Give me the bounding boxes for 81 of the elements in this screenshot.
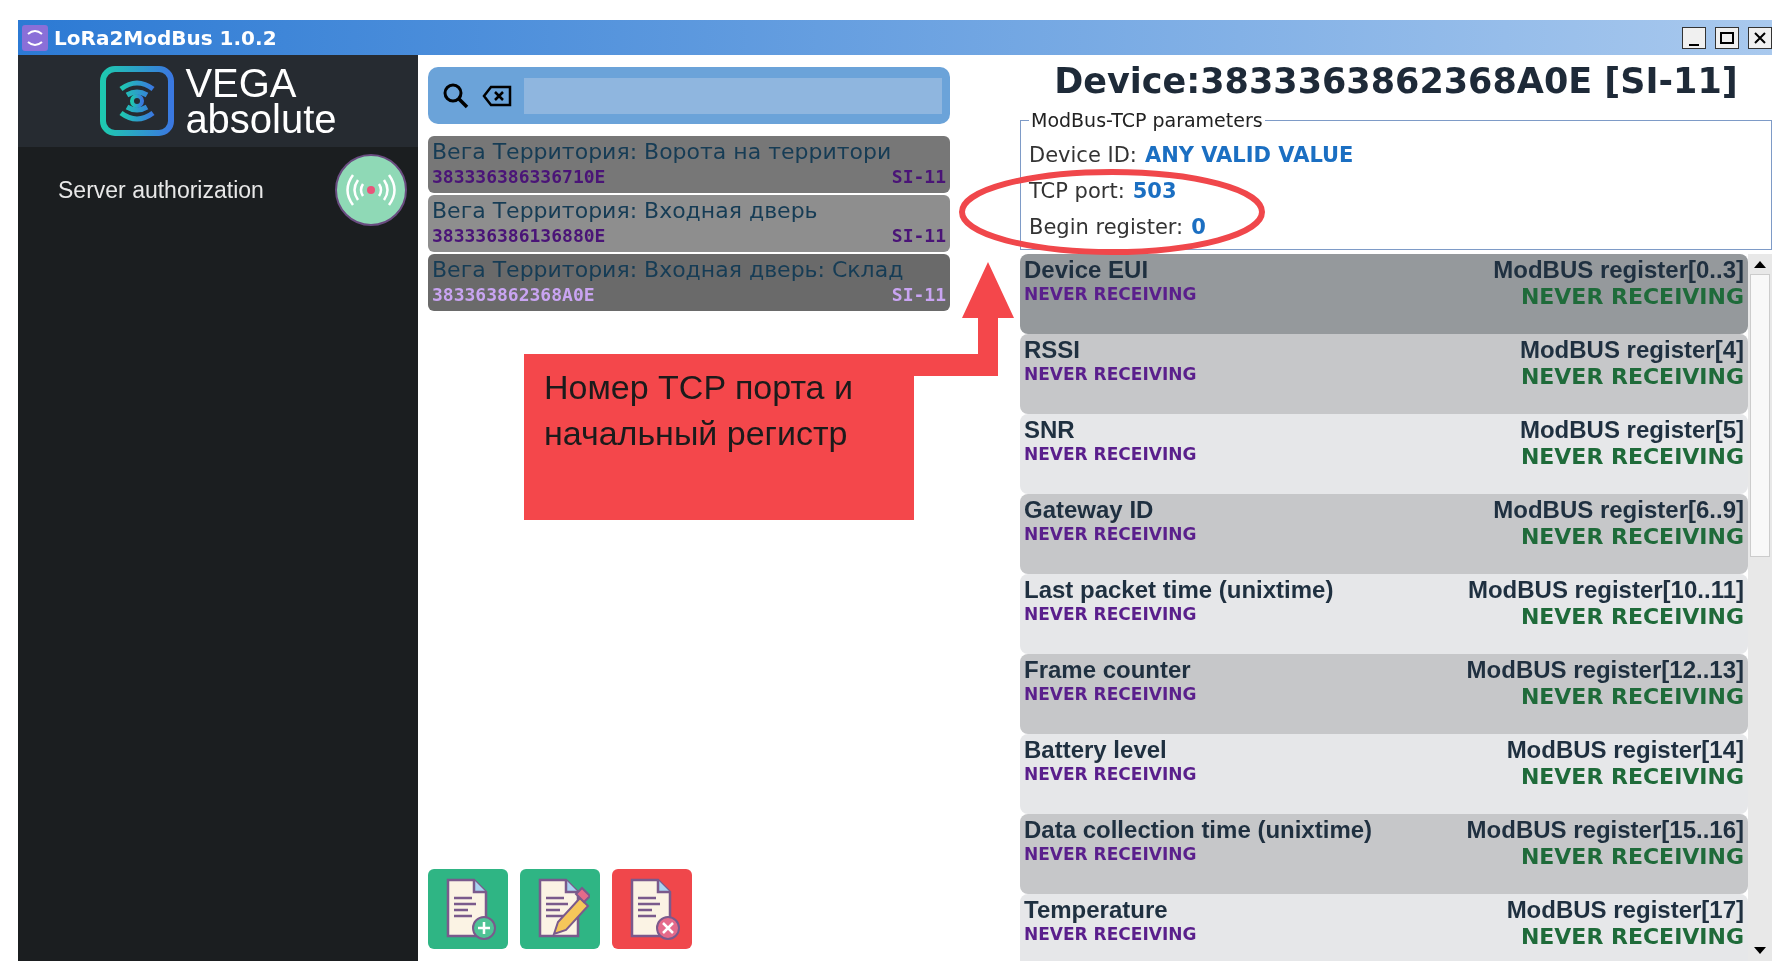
- register-address: ModBUS register[14]: [1506, 736, 1744, 764]
- parameter-text: Begin register: 0: [1029, 214, 1207, 241]
- device-eui: 383336386336710E: [432, 166, 606, 188]
- device-type: SI-11: [891, 225, 946, 247]
- maximize-button[interactable]: [1715, 26, 1739, 49]
- device-eui: 383363862368A0E: [432, 284, 595, 306]
- register-row[interactable]: RSSI NEVER RECEIVING ModBUS register[4] NEVER RECEIVING: [1020, 334, 1748, 414]
- register-value: NEVER RECEIVING: [1520, 364, 1744, 389]
- register-value: NEVER RECEIVING: [1520, 844, 1744, 869]
- register-row[interactable]: Last packet time (unixtime) NEVER RECEIVING ModBUS register[10..11] NEVER RECEIVING: [1020, 574, 1748, 654]
- search-field[interactable]: [524, 77, 942, 114]
- register-name: RSSI: [1024, 336, 1080, 364]
- register-row[interactable]: Frame counter NEVER RECEIVING ModBUS register[12..13] NEVER RECEIVING: [1020, 654, 1748, 734]
- register-value: NEVER RECEIVING: [1520, 684, 1744, 709]
- annotation-callout: Номер TCP порта и начальный регистр: [524, 354, 914, 520]
- device-type: SI-11: [891, 284, 946, 306]
- register-value: NEVER RECEIVING: [1520, 924, 1744, 949]
- register-status: NEVER RECEIVING: [1024, 764, 1197, 784]
- window-title: LoRa2ModBus 1.0.2: [54, 25, 278, 50]
- parameter-text: Device ID: ANY VALID VALUE: [1029, 142, 1355, 169]
- add-document-button[interactable]: [428, 869, 508, 949]
- register-value: NEVER RECEIVING: [1520, 284, 1744, 309]
- register-address: ModBUS register[17]: [1506, 896, 1744, 924]
- maximize-icon: [1720, 31, 1734, 44]
- register-status: NEVER RECEIVING: [1024, 524, 1197, 544]
- register-address: ModBUS register[0..3]: [1493, 256, 1744, 284]
- register-name: SNR: [1024, 416, 1075, 444]
- register-name: Last packet time (unixtime): [1024, 576, 1334, 604]
- register-value: NEVER RECEIVING: [1520, 444, 1744, 469]
- minimize-icon: [1689, 43, 1699, 46]
- register-row[interactable]: Data collection time (unixtime) NEVER RECEIVING ModBUS register[15..16] NEVER RECEIVING: [1020, 814, 1748, 894]
- register-status: NEVER RECEIVING: [1024, 604, 1197, 624]
- register-status: NEVER RECEIVING: [1024, 684, 1197, 704]
- register-name: Battery level: [1024, 736, 1167, 764]
- scroll-thumb[interactable]: [1750, 274, 1770, 557]
- register-row[interactable]: SNR NEVER RECEIVING ModBUS register[5] NEVER RECEIVING: [1020, 414, 1748, 494]
- register-row[interactable]: Gateway ID NEVER RECEIVING ModBUS register[6..9] NEVER RECEIVING: [1020, 494, 1748, 574]
- scrollbar[interactable]: [1748, 254, 1772, 961]
- device-title: Device:3833363862368A0E [SI-11]: [1053, 61, 1739, 103]
- close-button[interactable]: [1748, 26, 1772, 49]
- register-address: ModBUS register[5]: [1519, 416, 1744, 444]
- close-icon: [1754, 31, 1766, 44]
- register-status: NEVER RECEIVING: [1024, 284, 1197, 304]
- edit-document-button[interactable]: [520, 869, 600, 949]
- group-title: ModBus-TCP parameters: [1030, 109, 1264, 131]
- clear-icon[interactable]: [482, 84, 512, 107]
- register-name: Temperature: [1024, 896, 1168, 924]
- register-address: ModBUS register[12..13]: [1466, 656, 1744, 684]
- device-list-item[interactable]: Вега Территория: Входная дверь 383336386136880E SI-11: [428, 195, 950, 252]
- register-status: NEVER RECEIVING: [1024, 364, 1197, 384]
- register-name: Frame counter: [1024, 656, 1191, 684]
- register-value: NEVER RECEIVING: [1520, 524, 1744, 549]
- logo-text: VEGA: [185, 65, 297, 101]
- register-status: NEVER RECEIVING: [1024, 844, 1197, 864]
- register-status: NEVER RECEIVING: [1024, 924, 1197, 944]
- wireless-signal-icon: [334, 153, 408, 227]
- device-name: Вега Территория: Входная дверь: Склад: [432, 256, 905, 284]
- device-type: SI-11: [891, 166, 946, 188]
- parameter-text: TCP port: 503: [1029, 178, 1178, 205]
- delete-document-button[interactable]: [612, 869, 692, 949]
- minimize-button[interactable]: [1682, 26, 1706, 49]
- register-row[interactable]: Temperature NEVER RECEIVING ModBUS register[17] NEVER RECEIVING: [1020, 894, 1748, 961]
- register-address: ModBUS register[15..16]: [1466, 816, 1744, 844]
- app-icon: [22, 24, 48, 51]
- register-name: Data collection time (unixtime): [1024, 816, 1373, 844]
- register-value: NEVER RECEIVING: [1520, 604, 1744, 629]
- register-name: Device EUI: [1024, 256, 1149, 284]
- register-name: Gateway ID: [1024, 496, 1154, 524]
- search-icon[interactable]: [442, 81, 470, 110]
- register-row[interactable]: Battery level NEVER RECEIVING ModBUS register[14] NEVER RECEIVING: [1020, 734, 1748, 814]
- register-row[interactable]: Device EUI NEVER RECEIVING ModBUS register[0..3] NEVER RECEIVING: [1020, 254, 1748, 334]
- device-name: Вега Территория: Ворота на территори: [432, 138, 893, 166]
- register-value: NEVER RECEIVING: [1520, 764, 1744, 789]
- sidebar-item[interactable]: Server authorization: [58, 176, 264, 204]
- register-status: NEVER RECEIVING: [1024, 444, 1197, 464]
- device-name: Вега Территория: Входная дверь: [432, 197, 819, 225]
- register-address: ModBUS register[10..11]: [1467, 576, 1744, 604]
- logo-text: absolute: [185, 101, 337, 137]
- register-address: ModBUS register[4]: [1519, 336, 1744, 364]
- register-address: ModBUS register[6..9]: [1493, 496, 1744, 524]
- device-eui: 383336386136880E: [432, 225, 606, 247]
